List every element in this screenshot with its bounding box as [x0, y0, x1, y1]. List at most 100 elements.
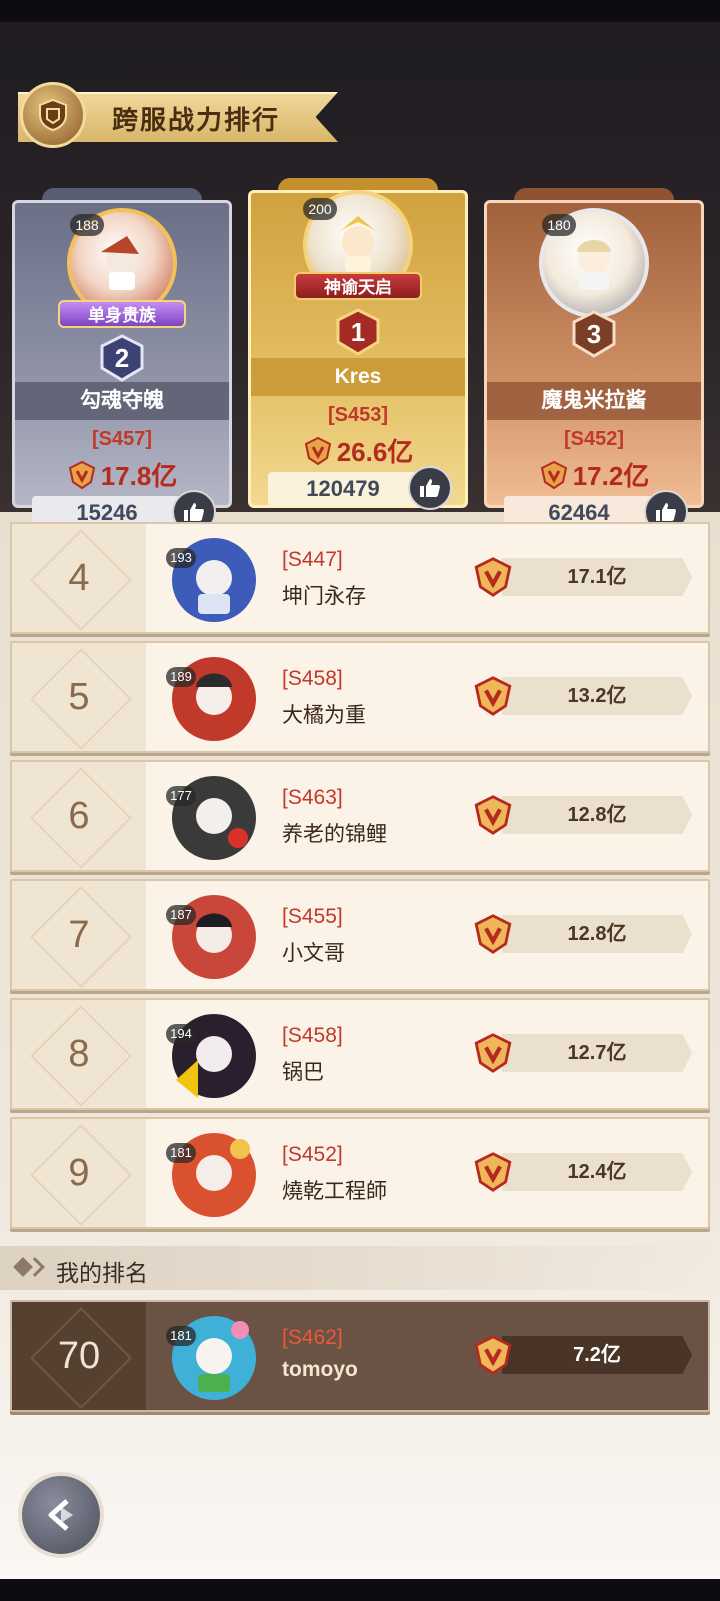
- level-chip: 194: [166, 1024, 196, 1044]
- rank-number: 1: [350, 316, 366, 347]
- thumbs-up-icon: [656, 503, 676, 521]
- power-row: 26.6亿: [248, 432, 468, 469]
- power-crest-icon: [68, 460, 95, 489]
- shield-icon: [20, 82, 86, 148]
- power-value: 12.8亿: [502, 915, 692, 953]
- rank-number: 5: [68, 675, 90, 718]
- server-tag: [S452]: [282, 1143, 343, 1166]
- power-value: 7.2亿: [502, 1336, 692, 1374]
- likes-count: 120479: [268, 472, 418, 506]
- podium-card-rank-2[interactable]: 188 单身贵族 2 勾魂夺魄 [S457] 17.8亿 15246: [12, 170, 232, 534]
- server-tag: [S463]: [282, 786, 343, 809]
- power-value: 17.8亿: [100, 461, 178, 491]
- level-chip: 181: [166, 1326, 196, 1346]
- level-chip: 189: [166, 667, 196, 687]
- power-value: 12.7亿: [502, 1034, 692, 1072]
- avatar[interactable]: [164, 770, 264, 866]
- player-name: 大橘为重: [282, 704, 366, 727]
- player-name: 坤门永存: [282, 585, 366, 608]
- power-value: 17.2亿: [572, 461, 650, 491]
- avatar[interactable]: [164, 1008, 264, 1104]
- rank-number: 8: [68, 1032, 90, 1075]
- my-rank-row[interactable]: 70 181 [S462] tomoyo 7.2亿: [10, 1300, 710, 1412]
- level-chip: 200: [303, 198, 337, 220]
- level-chip: 187: [166, 905, 196, 925]
- chevron-right-icon: [25, 1257, 45, 1277]
- power-crest-icon: [474, 676, 512, 716]
- list-item[interactable]: 7 187 [S455] 小文哥 12.8亿: [10, 879, 710, 991]
- power-crest-icon: [474, 1152, 512, 1192]
- level-chip: 188: [70, 214, 104, 236]
- player-name: Kres: [251, 358, 465, 396]
- podium-card-rank-3[interactable]: 180 3 魔鬼米拉酱 [S452] 17.2亿 62464: [484, 170, 704, 534]
- rank-badge: 2: [98, 334, 146, 382]
- podium-card-rank-1[interactable]: 200 神谕天启 1 Kres [S453] 26.6亿 120479: [248, 160, 468, 510]
- like-button[interactable]: [408, 466, 452, 510]
- rank-number: 70: [57, 1334, 101, 1377]
- rank-cell: 7: [12, 881, 146, 989]
- level-chip: 180: [542, 214, 576, 236]
- power-value: 12.4亿: [502, 1153, 692, 1191]
- rank-cell: 6: [12, 762, 146, 870]
- power-crest-icon: [474, 795, 512, 835]
- avatar[interactable]: [164, 532, 264, 628]
- power-row: 17.2亿: [484, 456, 704, 493]
- avatar[interactable]: [164, 1127, 264, 1223]
- player-name: 勾魂夺魄: [15, 382, 229, 420]
- server-tag: [S458]: [282, 667, 343, 690]
- power-value: 26.6亿: [336, 437, 414, 467]
- rank-number: 3: [586, 318, 602, 349]
- power-crest-icon: [474, 557, 512, 597]
- level-chip: 177: [166, 786, 196, 806]
- power-crest-icon: [474, 1335, 512, 1375]
- rank-cell: 8: [12, 1000, 146, 1108]
- rank-cell: 9: [12, 1119, 146, 1227]
- power-value: 12.8亿: [502, 796, 692, 834]
- my-rank-header: 我的排名: [0, 1246, 720, 1290]
- rank-badge: 1: [334, 308, 382, 356]
- back-button[interactable]: [18, 1472, 104, 1558]
- rank-number: 7: [68, 913, 90, 956]
- thumbs-up-icon: [184, 503, 204, 521]
- player-name: 锅巴: [282, 1061, 324, 1084]
- title-badge: 神谕天启: [294, 272, 422, 300]
- level-chip: 181: [166, 1143, 196, 1163]
- server-tag: [S447]: [282, 548, 343, 571]
- list-item[interactable]: 4 193 [S447] 坤门永存 17.1亿: [10, 522, 710, 634]
- rank-cell: 70: [12, 1302, 146, 1410]
- avatar[interactable]: [164, 651, 264, 747]
- player-name: 魔鬼米拉酱: [487, 382, 701, 420]
- list-item[interactable]: 8 194 [S458] 锅巴 12.7亿: [10, 998, 710, 1110]
- title-banner: 跨服战力排行: [0, 82, 340, 148]
- back-arrow-icon: [48, 1499, 73, 1531]
- rank-badge: 3: [570, 310, 618, 358]
- rank-number: 2: [114, 342, 130, 373]
- avatar[interactable]: [164, 889, 264, 985]
- rank-cell: 4: [12, 524, 146, 632]
- server-tag: [S452]: [563, 428, 625, 450]
- rank-cell: 5: [12, 643, 146, 751]
- rank-number: 6: [68, 794, 90, 837]
- power-crest-icon: [474, 914, 512, 954]
- status-bar: [0, 0, 720, 22]
- list-item[interactable]: 9 181 [S452] 燒乾工程師 12.4亿: [10, 1117, 710, 1229]
- rank-number: 9: [68, 1151, 90, 1194]
- thumbs-up-icon: [420, 479, 440, 497]
- avatar[interactable]: [164, 1310, 264, 1406]
- server-tag: [S458]: [282, 1024, 343, 1047]
- rank-number: 4: [68, 556, 90, 599]
- nav-bar: [0, 1579, 720, 1601]
- list-item[interactable]: 6 177 [S463] 养老的锦鲤 12.8亿: [10, 760, 710, 872]
- title-badge: 单身贵族: [58, 300, 186, 328]
- player-name: tomoyo: [282, 1358, 358, 1381]
- power-row: 17.8亿: [12, 456, 232, 493]
- power-crest-icon: [474, 1033, 512, 1073]
- power-crest-icon: [540, 460, 567, 489]
- page-title: 跨服战力排行: [112, 105, 281, 135]
- level-chip: 193: [166, 548, 196, 568]
- server-tag: [S455]: [282, 905, 343, 928]
- list-item[interactable]: 5 189 [S458] 大橘为重 13.2亿: [10, 641, 710, 753]
- server-tag: [S457]: [91, 428, 153, 450]
- server-tag: [S453]: [327, 404, 389, 426]
- my-rank-label: 我的排名: [56, 1260, 148, 1286]
